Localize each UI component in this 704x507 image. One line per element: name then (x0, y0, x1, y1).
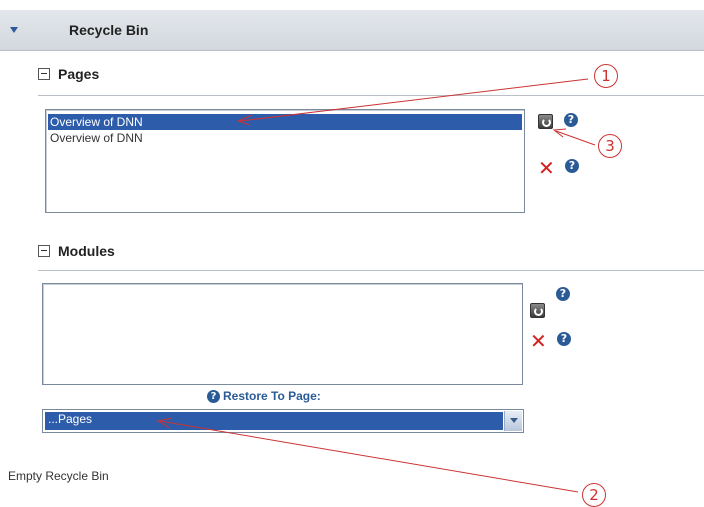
modules-divider (38, 270, 704, 271)
help-icon[interactable]: ? (557, 332, 571, 346)
modules-listbox[interactable] (42, 283, 523, 385)
modules-section-header[interactable]: Modules (38, 243, 115, 259)
collapse-triangle-icon (10, 27, 18, 33)
help-icon[interactable]: ? (565, 159, 579, 173)
pages-divider (38, 95, 704, 96)
pages-section-title: Pages (58, 66, 100, 82)
annotation-callout: 1 (594, 64, 618, 88)
help-icon[interactable]: ? (556, 287, 570, 301)
annotation-callout: 3 (598, 134, 622, 158)
panel-title: Recycle Bin (69, 22, 149, 38)
modules-section-title: Modules (58, 243, 115, 259)
annotation-arrow-3 (552, 128, 567, 138)
help-icon[interactable]: ? (564, 113, 578, 127)
restore-icon[interactable] (538, 114, 553, 129)
delete-x-icon[interactable]: ✕ (530, 331, 547, 351)
recycle-bin-header[interactable]: Recycle Bin (0, 10, 704, 51)
pages-listbox[interactable]: Overview of DNN Overview of DNN (45, 109, 525, 213)
delete-x-icon[interactable]: ✕ (538, 158, 555, 178)
dropdown-selected-value: ...Pages (45, 412, 503, 430)
restore-icon[interactable] (530, 303, 545, 318)
restore-to-page-label: ? Restore To Page: (207, 389, 321, 403)
chevron-down-icon[interactable] (504, 411, 522, 431)
help-icon[interactable]: ? (207, 389, 220, 403)
list-item[interactable]: Overview of DNN (48, 130, 522, 146)
minus-box-icon[interactable] (38, 68, 50, 80)
annotation-line-3 (555, 130, 596, 146)
annotation-callout: 2 (582, 483, 606, 507)
minus-box-icon[interactable] (38, 245, 50, 257)
restore-to-page-dropdown[interactable]: ...Pages (42, 409, 524, 433)
empty-recycle-bin-link[interactable]: Empty Recycle Bin (8, 469, 109, 483)
list-item[interactable]: Overview of DNN (48, 114, 522, 130)
pages-section-header[interactable]: Pages (38, 66, 99, 82)
